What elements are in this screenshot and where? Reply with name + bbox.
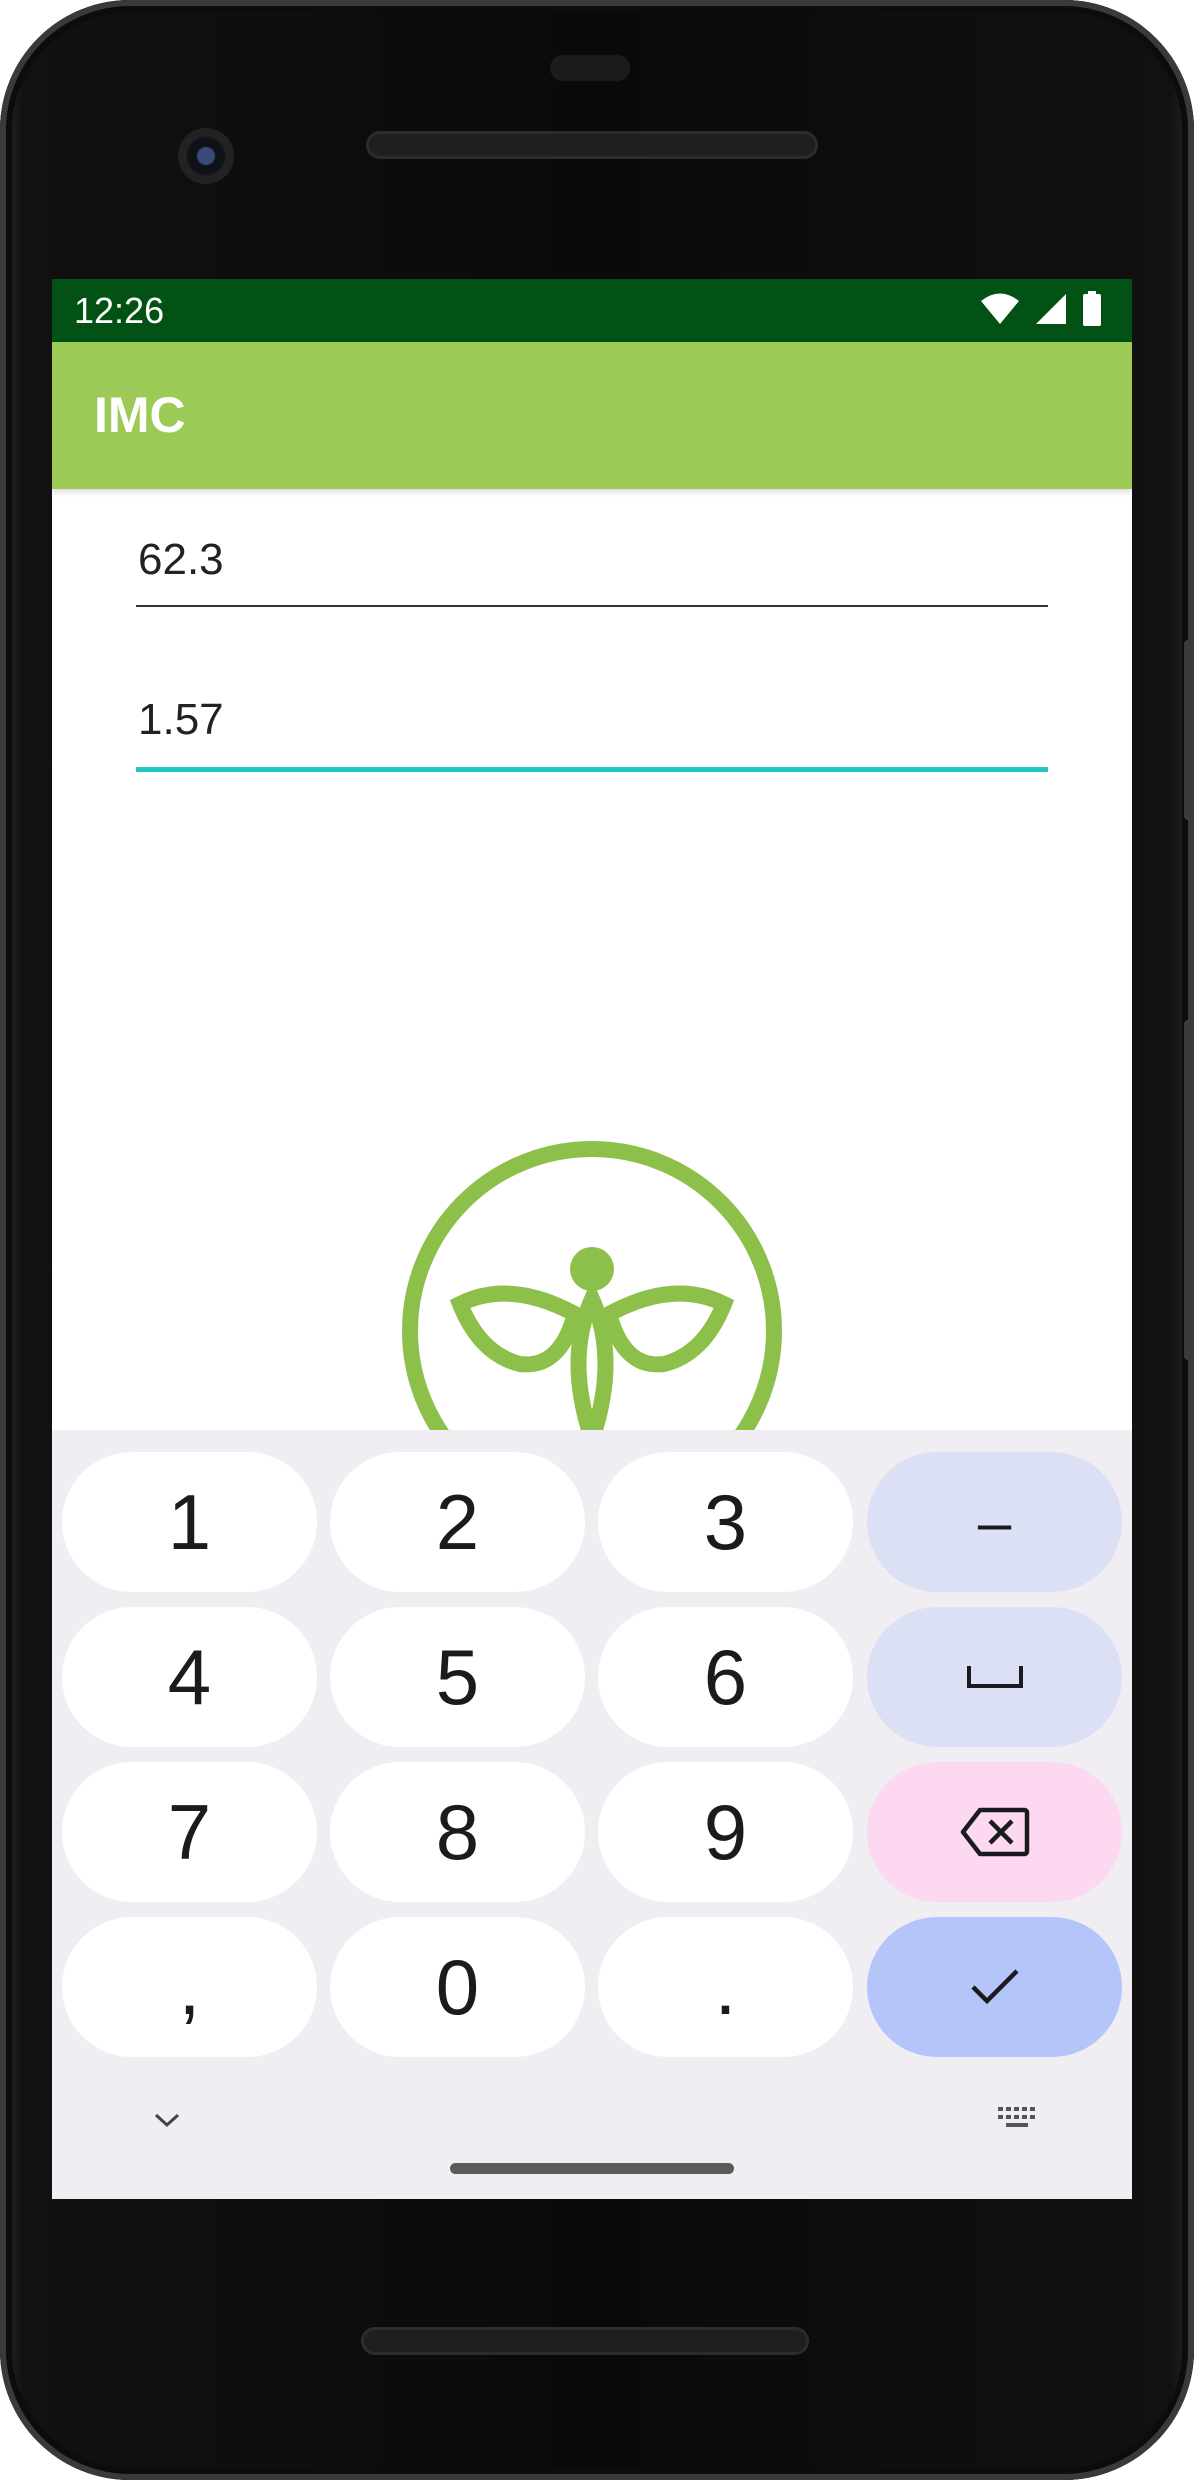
phone-frame: 12:26 IMC 62.3 1.57 1 2 3 – 4 5 6 7 8 9 … xyxy=(0,0,1194,2480)
key-period[interactable]: . xyxy=(598,1917,853,2057)
front-camera-icon xyxy=(178,128,234,184)
key-7[interactable]: 7 xyxy=(62,1762,317,1902)
key-done[interactable] xyxy=(867,1917,1122,2057)
proximity-sensor xyxy=(550,55,630,81)
key-1[interactable]: 1 xyxy=(62,1452,317,1592)
app-bar: IMC xyxy=(52,342,1132,489)
keyboard-switch-icon[interactable] xyxy=(996,2104,1040,2134)
key-2[interactable]: 2 xyxy=(330,1452,585,1592)
key-space[interactable] xyxy=(867,1607,1122,1747)
key-8[interactable]: 8 xyxy=(330,1762,585,1902)
key-0[interactable]: 0 xyxy=(330,1917,585,2057)
top-speaker xyxy=(366,131,818,159)
screen: 12:26 IMC 62.3 1.57 1 2 3 – 4 5 6 7 8 9 … xyxy=(52,279,1132,2199)
key-comma[interactable]: , xyxy=(62,1917,317,2057)
key-4[interactable]: 4 xyxy=(62,1607,317,1747)
key-5[interactable]: 5 xyxy=(330,1607,585,1747)
height-underline xyxy=(136,767,1048,772)
power-button xyxy=(1184,640,1194,820)
leaf-figure-logo-icon xyxy=(402,1141,782,1439)
backspace-icon xyxy=(960,1807,1029,1857)
key-9[interactable]: 9 xyxy=(598,1762,853,1902)
height-field[interactable]: 1.57 xyxy=(136,695,1048,795)
status-bar: 12:26 xyxy=(52,279,1132,342)
status-time: 12:26 xyxy=(74,290,165,331)
weight-input[interactable]: 62.3 xyxy=(136,535,1048,585)
key-backspace[interactable] xyxy=(867,1762,1122,1902)
volume-button xyxy=(1184,1020,1194,1360)
space-icon xyxy=(966,1666,1023,1688)
app-title: IMC xyxy=(94,387,186,443)
checkmark-icon xyxy=(970,1969,1019,2005)
numeric-keyboard: 1 2 3 – 4 5 6 7 8 9 , 0 . xyxy=(52,1430,1132,2199)
weight-field[interactable]: 62.3 xyxy=(136,535,1048,635)
wifi-icon xyxy=(981,293,1019,324)
chevron-down-icon[interactable] xyxy=(152,2110,182,2130)
key-minus[interactable]: – xyxy=(867,1452,1122,1592)
key-6[interactable]: 6 xyxy=(598,1607,853,1747)
home-indicator[interactable] xyxy=(450,2163,734,2174)
height-input[interactable]: 1.57 xyxy=(136,695,1048,745)
bottom-speaker xyxy=(361,2327,809,2355)
status-icons xyxy=(980,291,1102,327)
weight-underline xyxy=(136,605,1048,607)
cell-signal-icon xyxy=(1036,294,1066,324)
key-3[interactable]: 3 xyxy=(598,1452,853,1592)
battery-icon xyxy=(1083,291,1101,326)
